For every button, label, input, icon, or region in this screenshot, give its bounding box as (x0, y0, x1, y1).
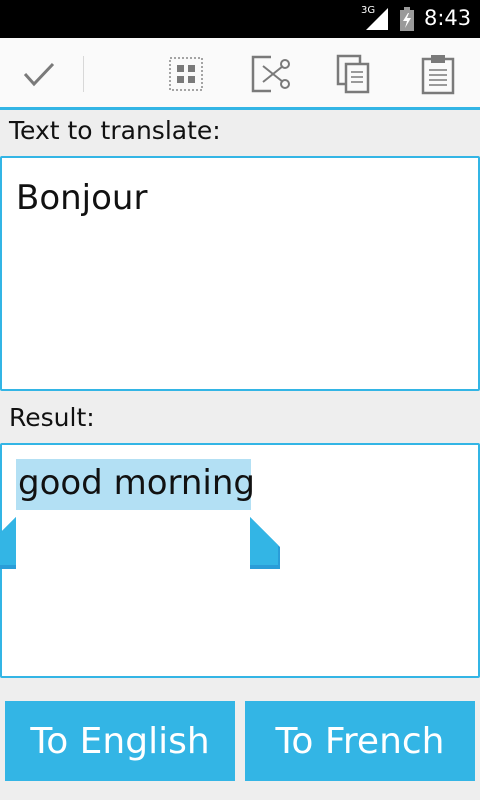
source-label: Text to translate: (9, 116, 221, 145)
selection-start-handle[interactable] (0, 517, 16, 571)
clock-time: 8:43 (424, 6, 472, 30)
result-text-value: good morning (18, 463, 256, 503)
select-all-button[interactable] (164, 52, 208, 96)
source-text-value: Bonjour (16, 178, 148, 218)
cut-button[interactable] (248, 52, 292, 96)
result-text-field[interactable]: good morning (0, 443, 480, 678)
copy-icon (336, 54, 370, 94)
check-icon (23, 62, 55, 87)
action-bar (0, 38, 480, 110)
select-all-icon (169, 57, 203, 91)
paste-icon (421, 55, 455, 95)
copy-button[interactable] (332, 52, 376, 96)
battery-charging-icon (400, 7, 414, 31)
paste-button[interactable] (416, 52, 460, 96)
status-bar: 3G 8:43 (0, 0, 480, 38)
signal-icon (366, 8, 388, 30)
selection-end-handle[interactable] (250, 517, 282, 571)
result-label: Result: (9, 403, 95, 432)
done-button[interactable] (17, 52, 61, 96)
cut-icon (251, 55, 290, 93)
action-bar-divider (83, 56, 84, 92)
to-english-button[interactable]: To English (5, 701, 235, 781)
source-text-input[interactable]: Bonjour (0, 156, 480, 391)
to-french-button[interactable]: To French (245, 701, 475, 781)
